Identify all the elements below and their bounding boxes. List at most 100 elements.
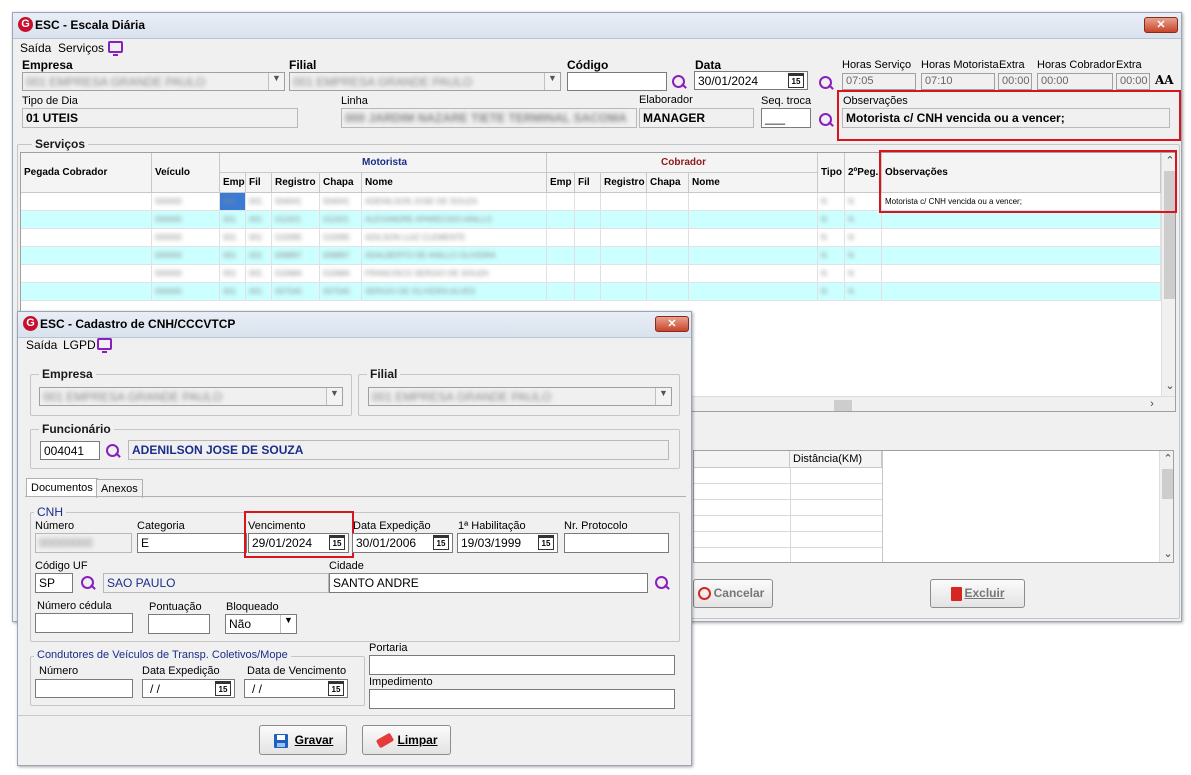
search-icon[interactable] bbox=[818, 112, 834, 128]
search-icon[interactable] bbox=[105, 443, 121, 459]
monitor-icon[interactable] bbox=[108, 41, 123, 56]
seq-troca-input[interactable]: ___ bbox=[761, 108, 811, 128]
search-icon[interactable] bbox=[80, 575, 96, 591]
table-cell: 001 bbox=[220, 283, 246, 300]
categoria-label: Categoria bbox=[137, 520, 185, 532]
table-row[interactable]: 000000 001 001 011921 011921 ALEXANDRE APAREC… bbox=[21, 211, 1161, 229]
table-cell: 000000 bbox=[152, 193, 220, 210]
table-cell bbox=[601, 211, 647, 228]
gravar-button[interactable]: Gravar bbox=[259, 725, 347, 755]
empresa-select[interactable]: 001 EMPRESA GRANDE PAULO ▼ bbox=[22, 72, 285, 91]
search-icon[interactable] bbox=[671, 74, 687, 90]
limpar-button[interactable]: Limpar bbox=[362, 725, 451, 755]
scroll-thumb[interactable] bbox=[1162, 469, 1173, 499]
scroll-up-icon[interactable]: ⌃ bbox=[1160, 452, 1173, 465]
menu-lgpd[interactable]: LGPD bbox=[63, 338, 96, 352]
calendar-icon[interactable]: 15 bbox=[538, 535, 554, 550]
cnh-filial-select[interactable]: 001 EMPRESA GRANDE PAULO ▼ bbox=[368, 387, 672, 406]
table-cell: N bbox=[845, 247, 882, 264]
filial-select[interactable]: 001 EMPRESA GRANDE PAULO ▼ bbox=[289, 72, 561, 91]
calendar-icon[interactable]: 15 bbox=[788, 73, 804, 88]
col-cob-registro[interactable]: Registro bbox=[601, 173, 647, 193]
chevron-down-icon[interactable]: ▼ bbox=[280, 615, 296, 633]
scroll-down-icon[interactable]: ⌄ bbox=[1162, 379, 1175, 392]
funcionario-codigo-input[interactable]: 004041 bbox=[40, 441, 100, 460]
table-cell bbox=[882, 265, 1161, 282]
portaria-input[interactable] bbox=[369, 655, 675, 675]
col-veiculo[interactable]: Veículo bbox=[152, 153, 220, 193]
codigo-input[interactable] bbox=[567, 72, 667, 91]
monitor-icon[interactable] bbox=[97, 338, 112, 353]
chevron-down-icon[interactable]: ▼ bbox=[544, 73, 560, 90]
impedimento-input[interactable] bbox=[369, 689, 675, 709]
col-cob-fil[interactable]: Fil bbox=[575, 173, 601, 193]
calendar-icon[interactable]: 15 bbox=[328, 681, 344, 696]
cnh-empresa-select[interactable]: 001 EMPRESA GRANDE PAULO ▼ bbox=[39, 387, 343, 406]
cnh-close-button[interactable]: ✕ bbox=[655, 316, 689, 332]
protocolo-label: Nr. Protocolo bbox=[564, 520, 628, 532]
menu-servicos[interactable]: Serviços bbox=[58, 41, 104, 55]
uf-nome-field: SAO PAULO bbox=[103, 573, 329, 593]
hscroll-thumb[interactable] bbox=[834, 400, 852, 411]
elaborador-label: Elaborador bbox=[639, 94, 693, 106]
calendar-icon[interactable]: 15 bbox=[433, 535, 449, 550]
col-cob-nome[interactable]: Nome bbox=[689, 173, 818, 193]
main-close-button[interactable]: ✕ bbox=[1144, 17, 1178, 33]
categoria-input[interactable]: E bbox=[137, 533, 247, 553]
codigo-uf-input[interactable]: SP bbox=[35, 573, 73, 593]
menu-saida[interactable]: Saída bbox=[26, 338, 57, 352]
chevron-down-icon[interactable]: ▼ bbox=[655, 388, 671, 405]
data-input[interactable]: 30/01/2024 15 bbox=[694, 71, 808, 90]
col-mot-emp[interactable]: Emp bbox=[220, 173, 246, 193]
linha-label: Linha bbox=[341, 95, 368, 107]
col-pegada-cobrador[interactable]: Pegada Cobrador bbox=[21, 153, 152, 193]
tab-documentos[interactable]: Documentos bbox=[26, 478, 98, 497]
table-cell bbox=[647, 211, 689, 228]
cancelar-button[interactable]: Cancelar bbox=[693, 579, 773, 608]
table-cell bbox=[21, 283, 152, 300]
bloqueado-select[interactable]: Não ▼ bbox=[225, 614, 297, 634]
search-icon[interactable] bbox=[654, 575, 670, 591]
protocolo-input[interactable] bbox=[564, 533, 669, 553]
cond-numero-input[interactable] bbox=[35, 679, 133, 698]
col-distancia[interactable]: Distância(KM) bbox=[790, 451, 882, 468]
vencimento-highlight bbox=[244, 511, 354, 558]
col-cob-chapa[interactable]: Chapa bbox=[647, 173, 689, 193]
col-tipo[interactable]: Tipo bbox=[818, 153, 845, 193]
seq-troca-label: Seq. troca bbox=[761, 95, 812, 107]
col-mot-registro[interactable]: Registro bbox=[272, 173, 320, 193]
col-mot-nome[interactable]: Nome bbox=[362, 173, 547, 193]
search-icon[interactable] bbox=[818, 75, 834, 91]
pontuacao-input[interactable] bbox=[148, 614, 210, 634]
chevron-down-icon[interactable]: ▼ bbox=[268, 73, 284, 90]
table-cell: N bbox=[818, 211, 845, 228]
excluir-button[interactable]: Excluir bbox=[930, 579, 1025, 608]
table-row[interactable]: 000000 001 001 009897 009897 ADALBERTO DE ANI… bbox=[21, 247, 1161, 265]
col-mot-chapa[interactable]: Chapa bbox=[320, 173, 362, 193]
cond-expedicao-input[interactable]: / / 15 bbox=[142, 679, 235, 698]
cidade-input[interactable]: SANTO ANDRE bbox=[329, 573, 648, 593]
cond-vencimento-input[interactable]: / / 15 bbox=[244, 679, 348, 698]
table-cell bbox=[601, 229, 647, 246]
col-cob-emp[interactable]: Emp bbox=[547, 173, 575, 193]
col-mot-fil[interactable]: Fil bbox=[246, 173, 272, 193]
linha-field: 000 JARDIM NAZARE TIETE TERMINAL SACOMA bbox=[341, 108, 637, 128]
col-2peg[interactable]: 2ºPeg. bbox=[845, 153, 882, 193]
elaborador-field: MANAGER bbox=[639, 108, 754, 128]
calendar-icon[interactable]: 15 bbox=[215, 681, 231, 696]
data-expedicao-input[interactable]: 30/01/2006 15 bbox=[352, 533, 453, 553]
habilitacao-input[interactable]: 19/03/1999 15 bbox=[457, 533, 558, 553]
table-row[interactable]: 000000 001 001 010684 010684 FRANCISCO SERGIO… bbox=[21, 265, 1161, 283]
table-cell bbox=[547, 229, 575, 246]
horas-cobrador-input: 00:00 bbox=[1037, 73, 1113, 90]
chevron-down-icon[interactable]: ▼ bbox=[326, 388, 342, 405]
menu-saida[interactable]: Saída bbox=[20, 41, 51, 55]
font-size-icon[interactable]: AA bbox=[1155, 73, 1174, 87]
scroll-down-icon[interactable]: ⌄ bbox=[1160, 547, 1173, 560]
table-row[interactable]: 000000 001 001 007540 007540 SERGIO DE OLIVEI… bbox=[21, 283, 1161, 301]
lower-vscrollbar[interactable]: ⌃ ⌄ bbox=[1159, 451, 1173, 562]
numero-cedula-input[interactable] bbox=[35, 613, 133, 633]
table-cell: 001 bbox=[246, 247, 272, 264]
table-row[interactable]: 000000 001 001 010095 010095 ADILSON LUIZ CLE… bbox=[21, 229, 1161, 247]
scroll-right-icon[interactable]: › bbox=[1144, 398, 1160, 410]
